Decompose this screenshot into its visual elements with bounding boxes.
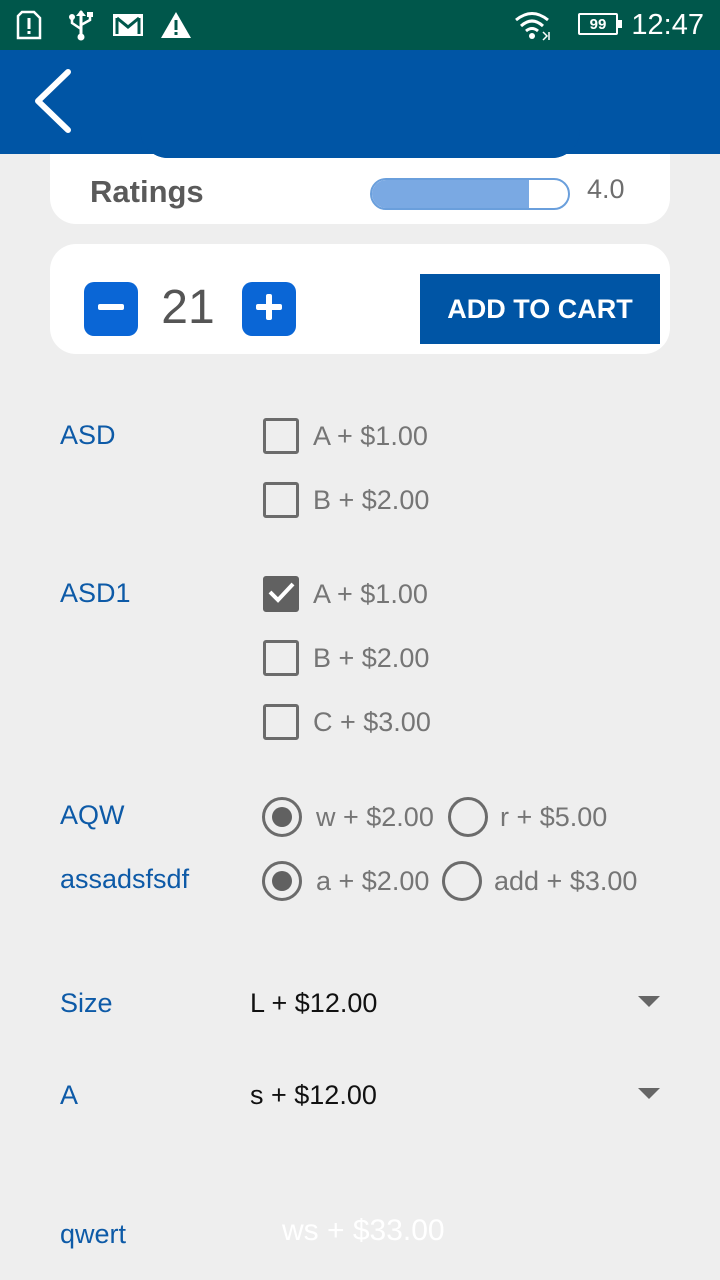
image-card-bottom-edge-overlay [140, 130, 580, 158]
checkbox[interactable] [263, 418, 299, 454]
plus-icon [254, 292, 284, 327]
back-button-overlay[interactable] [22, 68, 82, 138]
option-group-label: qwert [60, 1219, 127, 1249]
dropdown-selected-value: L + $12.00 [250, 988, 378, 1018]
asd1-option-c-checkbox[interactable]: C + $3.00 [263, 704, 431, 740]
checkbox[interactable] [263, 482, 299, 518]
option-text: r + $5.00 [500, 801, 608, 832]
rating-value: 4.0 [587, 174, 625, 204]
checkmark-icon [266, 577, 296, 612]
option-text: a + $2.00 [316, 865, 430, 896]
chevron-left-icon [30, 68, 74, 139]
aqw-option-w-radio[interactable]: w + $2.00 [262, 797, 434, 837]
checkbox-checked[interactable] [263, 576, 299, 612]
quantity-value: 21 [161, 281, 215, 334]
option-text: add + $3.00 [494, 865, 638, 896]
option-group-label: Size [60, 988, 113, 1018]
status-bar: 99 12:47 [0, 0, 720, 50]
radio[interactable] [442, 861, 482, 901]
add-to-cart-button[interactable]: ADD TO CART [420, 274, 660, 344]
cart-card: 21 ADD TO CART [50, 244, 670, 354]
option-text: A + $1.00 [313, 578, 428, 609]
increase-quantity-button[interactable] [242, 282, 296, 336]
radio[interactable] [448, 797, 488, 837]
qwert-value[interactable]: ws + $33.00 [282, 1214, 445, 1248]
dropdown-arrow-icon [638, 1088, 660, 1099]
rating-bar [370, 178, 570, 210]
sim-alert-icon [16, 8, 42, 42]
option-group-label: ASD1 [60, 578, 131, 608]
minus-icon [96, 292, 126, 327]
ratings-label: Ratings [90, 174, 204, 209]
radio-dot [272, 871, 292, 891]
option-text: A + $1.00 [313, 420, 428, 451]
radio-selected[interactable] [262, 797, 302, 837]
radio-selected[interactable] [262, 861, 302, 901]
checkbox[interactable] [263, 640, 299, 676]
rating-bar-fill [372, 180, 529, 208]
gmail-icon [112, 8, 144, 42]
assadsfsdf-option-add-radio[interactable]: add + $3.00 [442, 861, 637, 901]
aqw-option-r-radio[interactable]: r + $5.00 [448, 797, 607, 837]
option-text: C + $3.00 [313, 706, 431, 737]
battery-icon: 99 [578, 13, 622, 35]
option-text: B + $2.00 [313, 484, 430, 515]
asd-option-b-checkbox[interactable]: B + $2.00 [263, 482, 429, 518]
dropdown-arrow-icon [638, 996, 660, 1007]
warning-icon [160, 8, 192, 42]
option-group-label: A [60, 1080, 79, 1110]
option-group-label: ASD [60, 420, 116, 450]
radio-dot [272, 807, 292, 827]
asd-option-a-checkbox[interactable]: A + $1.00 [263, 418, 428, 454]
option-group-label: AQW [60, 800, 125, 830]
wifi-icon [512, 8, 552, 42]
asd1-option-b-checkbox[interactable]: B + $2.00 [263, 640, 429, 676]
usb-icon [66, 8, 96, 42]
decrease-quantity-button[interactable] [84, 282, 138, 336]
checkbox[interactable] [263, 704, 299, 740]
dropdown-selected-value: s + $12.00 [250, 1080, 377, 1110]
option-text: B + $2.00 [313, 642, 430, 673]
clock: 12:47 [631, 9, 704, 41]
option-text: w + $2.00 [316, 801, 434, 832]
option-group-label: assadsfsdf [60, 864, 190, 894]
asd1-option-a-checkbox[interactable]: A + $1.00 [263, 576, 428, 612]
assadsfsdf-option-a-radio[interactable]: a + $2.00 [262, 861, 429, 901]
